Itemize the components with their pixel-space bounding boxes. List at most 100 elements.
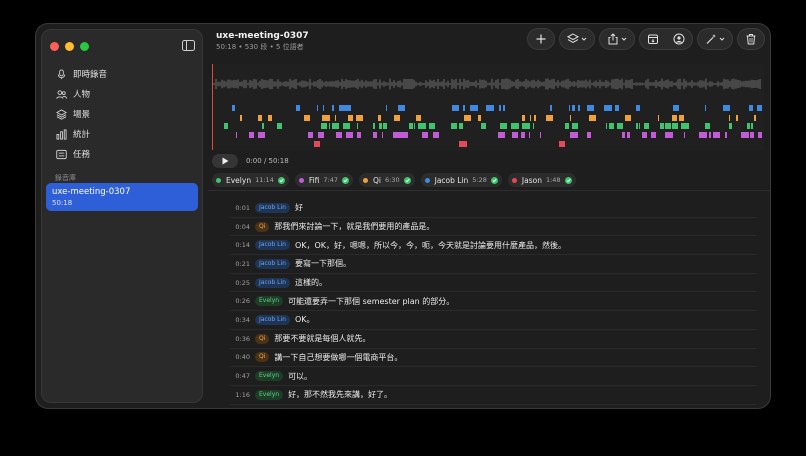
close-window-button[interactable] (50, 42, 59, 51)
toolbar (528, 29, 764, 49)
speaker-chip[interactable]: Qi 6:30 (359, 173, 415, 187)
checkmark-icon (490, 176, 498, 184)
sidebar-item-tasks[interactable]: 任務 (52, 144, 197, 164)
checkmark-icon (342, 176, 349, 184)
segment-time[interactable]: 0:25 (230, 279, 250, 287)
transcript-row[interactable]: 0:25 Jacob Lin 這樣的。 (230, 274, 756, 293)
sidebar-item-live-recording[interactable]: 即時錄音 (52, 64, 197, 84)
transcript-row[interactable]: 0:34 Jacob Lin OK。 (230, 311, 756, 330)
speaker-color-dot (424, 177, 430, 183)
speaker-badge[interactable]: Evelyn (255, 389, 284, 400)
transcript-row[interactable]: 0:14 Jacob Lin OK，OK，好，嗯嗯，所以今，今，呃，今天就是討論要用… (230, 236, 756, 256)
playhead[interactable] (212, 64, 213, 150)
segment-text: 要寫一下那個。 (294, 259, 351, 269)
sidebar-item-scenes[interactable]: 場景 (52, 104, 197, 124)
zoom-window-button[interactable] (80, 42, 89, 51)
sidebar-item-label: 場景 (73, 110, 91, 120)
segment-text: 好，那不然我先來講，好了。 (288, 390, 393, 400)
segment-time[interactable]: 0:01 (230, 204, 250, 212)
speaker-chip[interactable]: Jacob Lin 5:28 (420, 173, 502, 187)
segment-time[interactable]: 0:21 (230, 260, 250, 268)
plus-icon (536, 34, 546, 44)
speaker-badge[interactable]: Qi (255, 221, 270, 232)
checkmark-icon (403, 176, 411, 184)
segment-time[interactable]: 0:36 (230, 335, 250, 343)
speaker-badge[interactable]: Jacob Lin (255, 258, 290, 269)
recording-duration: 50:18 (52, 199, 73, 207)
transcript-row[interactable]: 0:04 Qi 那我們來討論一下，就是我們要用的產品是。 (230, 218, 756, 237)
speaker-badge[interactable]: Qi (255, 333, 270, 344)
transcript-row[interactable]: 1:16 Evelyn 好，那不然我先來講，好了。 (230, 386, 756, 405)
speaker-badge[interactable]: Evelyn (255, 296, 284, 307)
transcript-row[interactable]: 0:40 Qi 講一下自己想要做哪一個電商平台。 (230, 349, 756, 368)
play-button[interactable] (212, 154, 238, 168)
speaker-color-dot (363, 177, 368, 183)
export-icon (648, 34, 658, 44)
trash-icon (746, 34, 756, 45)
speaker-duration: 7:47 (323, 176, 338, 184)
speaker-duration: 1:48 (545, 176, 561, 184)
chevron-down-icon (719, 37, 725, 41)
delete-button[interactable] (738, 29, 764, 49)
speaker-duration: 11:14 (255, 176, 274, 184)
segment-time[interactable]: 0:04 (230, 223, 250, 231)
speaker-badge[interactable]: Jacob Lin (255, 277, 290, 288)
segment-time[interactable]: 0:40 (230, 353, 250, 361)
segment-text: 可以。 (288, 371, 313, 381)
transcript-row[interactable]: 1:21Evelyn呃，我原本上課那一天，我提的是 coupon。 (230, 405, 756, 408)
add-button[interactable] (528, 29, 554, 49)
speaker-color-dot (511, 177, 517, 183)
speaker-chip[interactable]: Jason 1:48 (507, 173, 576, 187)
transcript-row[interactable]: 0:47 Evelyn 可以。 (230, 367, 756, 386)
segment-time[interactable]: 0:34 (230, 316, 250, 324)
speaker-name: Qi (373, 175, 381, 185)
speaker-name: Jason (521, 175, 542, 185)
speaker-chip[interactable]: Evelyn 11:14 (212, 173, 289, 187)
layers-icon (567, 33, 579, 43)
speaker-chip[interactable]: Fifi 7:47 (294, 173, 353, 187)
waveform-graphic (213, 78, 762, 147)
segment-text: 可能還要弄一下那個 semester plan 的部分。 (288, 296, 455, 306)
minimize-window-button[interactable] (65, 42, 74, 51)
transcript-row[interactable]: 0:26 Evelyn 可能還要弄一下那個 semester plan 的部分。 (230, 292, 756, 312)
waveform-timeline[interactable] (212, 64, 764, 150)
segment-text: 那要不要就是每個人就先。 (274, 334, 371, 344)
speaker-name: Jacob Lin (434, 175, 469, 185)
checkmark-icon (564, 176, 572, 184)
chevron-down-icon (621, 37, 627, 41)
speaker-color-dot (216, 177, 221, 183)
segment-time[interactable]: 0:26 (230, 297, 250, 305)
segment-time[interactable]: 1:16 (230, 391, 250, 399)
speaker-badge[interactable]: Evelyn (255, 371, 284, 382)
transcript-row[interactable]: 0:36 Qi 那要不要就是每個人就先。 (230, 330, 756, 349)
player-controls: 0:00 / 50:18 (212, 154, 289, 168)
share-menu-button[interactable] (600, 29, 634, 49)
segment-time[interactable]: 0:47 (230, 372, 250, 380)
speaker-name: Fifi (308, 175, 320, 185)
sidebar-nav: 即時錄音 人物 場景 統計 任務 (52, 64, 197, 164)
playback-time: 0:00 / 50:18 (246, 157, 289, 165)
magic-wand-icon (706, 34, 716, 44)
transcript-row[interactable]: 0:01 Jacob Lin 好 (230, 199, 756, 218)
sidebar-item-stats[interactable]: 統計 (52, 124, 197, 144)
segment-text: OK，OK，好，嗯嗯，所以今，今，呃，今天就是討論要用什麼產品，然後。 (294, 240, 567, 250)
magic-menu-button[interactable] (698, 29, 732, 49)
transcript-list: 0:01 Jacob Lin 好 0:04 Qi 那我們來討論一下，就是我們要用的產品是。… (230, 199, 756, 408)
speaker-filter-chips: Evelyn 11:14 Fifi 7:47 Qi 6:30 Jacob Lin 5:28 Ja… (212, 173, 576, 187)
recording-title: uxe-meeting-0307 (52, 187, 131, 197)
library-section-label: 錄音庫 (55, 174, 76, 182)
transcript-row[interactable]: 0:21 Jacob Lin 要寫一下那個。 (230, 255, 756, 274)
layers-menu-button[interactable] (560, 29, 594, 49)
speaker-badge[interactable]: Jacob Lin (255, 202, 290, 213)
sidebar-item-people[interactable]: 人物 (52, 84, 197, 104)
sidebar-toggle-icon[interactable] (182, 40, 195, 51)
speaker-badge[interactable]: Qi (255, 352, 270, 363)
speaker-badge[interactable]: Jacob Lin (255, 240, 290, 251)
share-icon (608, 33, 618, 45)
speaker-badge[interactable]: Jacob Lin (255, 314, 290, 325)
export-button[interactable] (640, 29, 666, 49)
segment-time[interactable]: 0:14 (230, 241, 250, 249)
people-icon (56, 89, 67, 99)
speaker-id-button[interactable] (666, 29, 692, 49)
recording-item[interactable]: uxe-meeting-0307 50:18 (46, 183, 198, 211)
